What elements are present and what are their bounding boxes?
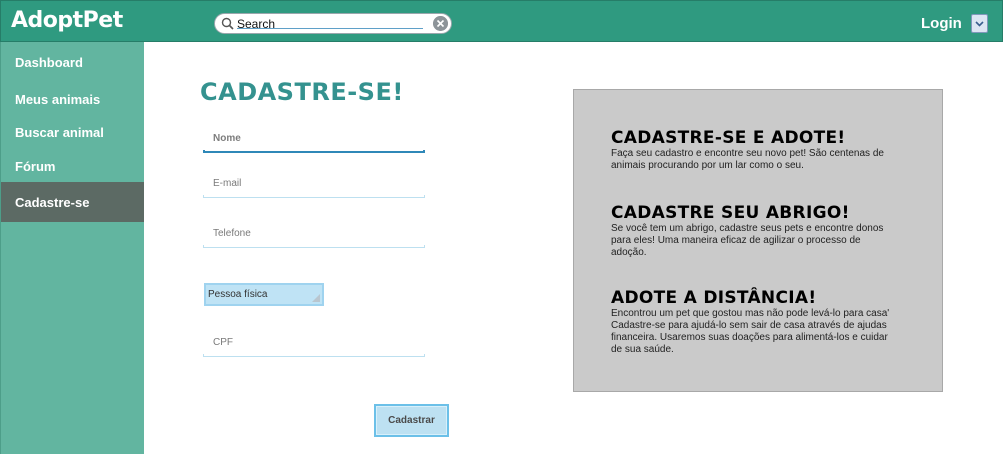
chevron-down-icon — [975, 21, 984, 27]
login-dropdown-button[interactable] — [971, 14, 988, 33]
sidebar-item-forum[interactable]: Fórum — [1, 146, 144, 186]
phone-field-label: Telefone — [213, 228, 251, 239]
sidebar-item-label: Cadastre-se — [15, 194, 90, 210]
search-box[interactable] — [214, 13, 452, 34]
sidebar-item-label: Meus animais — [15, 91, 101, 107]
sidebar-item-label: Fórum — [15, 158, 56, 174]
info-heading: ADOTE A DISTÂNCIA! — [611, 288, 817, 308]
sidebar: Dashboard Meus animais Buscar animal Fór… — [0, 42, 144, 454]
phone-field[interactable]: Telefone — [203, 226, 425, 248]
person-type-value: Pessoa física — [208, 289, 268, 300]
person-type-select[interactable]: Pessoa física — [204, 283, 324, 306]
info-text-line: financeira. Usaremos suas doações para a… — [611, 332, 888, 343]
info-text-line: Faça seu cadastro e encontre seu novo pe… — [611, 148, 884, 159]
name-field[interactable]: Nome — [203, 131, 425, 153]
info-panel: CADASTRE-SE E ADOTE! Faça seu cadastro e… — [573, 89, 943, 392]
info-heading: CADASTRE-SE E ADOTE! — [611, 128, 846, 148]
info-text-line: para eles! Uma maneira eficaz de agiliza… — [611, 235, 861, 246]
sidebar-item-label: Buscar animal — [15, 124, 104, 140]
sidebar-item-cadastre-se[interactable]: Cadastre-se — [1, 182, 144, 222]
sidebar-item-label: Dashboard — [15, 54, 83, 70]
name-field-underline — [203, 150, 425, 153]
email-field[interactable]: E-mail — [203, 176, 425, 198]
cpf-field-label: CPF — [213, 337, 233, 348]
info-text-line: Se você tem um abrigo, cadastre seus pet… — [611, 223, 884, 234]
info-section: CADASTRE-SE E ADOTE! Faça seu cadastro e… — [611, 128, 911, 172]
email-field-underline — [203, 195, 425, 198]
info-section: ADOTE A DISTÂNCIA! Encontrou um pet que … — [611, 288, 911, 356]
sidebar-item-dashboard[interactable]: Dashboard — [1, 42, 144, 82]
phone-field-underline — [203, 245, 425, 248]
search-underline — [237, 28, 423, 29]
name-field-label: Nome — [213, 133, 241, 144]
clear-search-icon[interactable] — [433, 16, 448, 31]
app-logo[interactable]: AdoptPet — [11, 8, 123, 33]
page-title: CADASTRE-SE! — [200, 78, 404, 106]
search-icon — [221, 17, 234, 30]
info-heading: CADASTRE SEU ABRIGO! — [611, 203, 850, 223]
resize-grip-icon — [312, 294, 320, 302]
info-text-line: Cadastre-se para ajudá-lo sem sair de ca… — [611, 320, 887, 331]
info-section: CADASTRE SEU ABRIGO! Se você tem um abri… — [611, 203, 911, 259]
top-bar: AdoptPet Login — [0, 0, 1003, 42]
info-text-line: Encontrou um pet que gostou mas não pode… — [611, 308, 890, 319]
info-text-line: animais procurando por um lar como o seu… — [611, 160, 804, 171]
cpf-field-underline — [203, 354, 425, 357]
email-field-label: E-mail — [213, 178, 242, 189]
submit-button[interactable]: Cadastrar — [374, 404, 449, 437]
info-text-line: adoção. — [611, 247, 647, 258]
info-text-line: de sua saúde. — [611, 344, 674, 355]
login-link[interactable]: Login — [921, 15, 962, 32]
cpf-field[interactable]: CPF — [203, 335, 425, 357]
